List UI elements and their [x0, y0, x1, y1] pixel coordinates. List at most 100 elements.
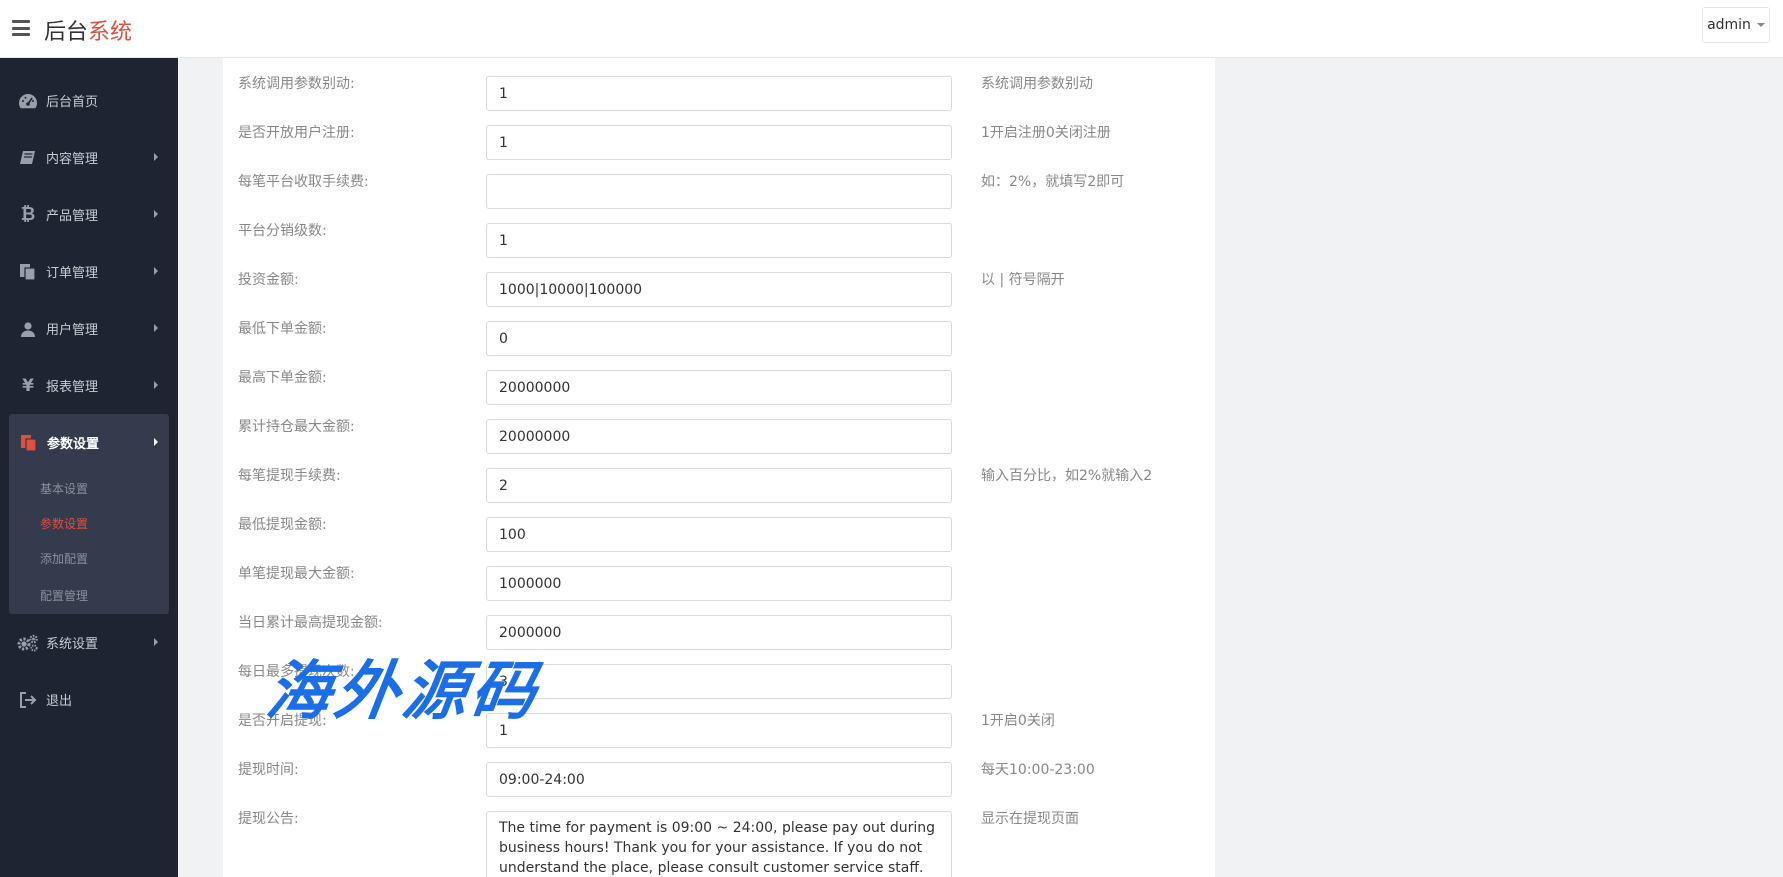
- form-row: 最高下单金额:: [223, 360, 1215, 409]
- gears-icon: [17, 633, 39, 653]
- field-label: 每日最多提现次数:: [238, 664, 355, 680]
- field-label: 单笔提现最大金额:: [238, 566, 355, 582]
- investment-amount-input[interactable]: [486, 272, 952, 307]
- sidebar-item-orders[interactable]: 订单管理: [0, 243, 178, 300]
- field-label: 每笔提现手续费:: [238, 468, 341, 484]
- chevron-right-icon: [154, 323, 158, 332]
- sidebar-item-label: 后台首页: [46, 95, 99, 110]
- daily-withdraw-count-input[interactable]: [486, 664, 952, 699]
- form-row: 投资金额: 以 | 符号隔开: [223, 262, 1215, 311]
- withdraw-fee-input[interactable]: [486, 468, 952, 503]
- chevron-right-icon: [154, 209, 158, 218]
- brand-accent: 系统: [88, 20, 133, 45]
- daily-max-withdraw-input[interactable]: [486, 615, 952, 650]
- field-hint: 1开启0关闭: [981, 713, 1055, 729]
- sidebar-item-label: 参数设置: [47, 437, 100, 452]
- form-row: 单笔提现最大金额:: [223, 556, 1215, 605]
- caret-down-icon: [1756, 23, 1765, 27]
- sidebar-item-params[interactable]: 参数设置: [9, 414, 169, 471]
- brand-main: 后台: [44, 20, 89, 45]
- field-hint: 系统调用参数别动: [981, 76, 1093, 92]
- field-hint: 显示在提现页面: [981, 811, 1079, 827]
- sidebar-item-logout[interactable]: 退出: [0, 671, 178, 728]
- field-label: 每笔平台收取手续费:: [238, 174, 369, 190]
- field-label: 当日累计最高提现金额:: [238, 615, 383, 631]
- field-label: 投资金额:: [238, 272, 299, 288]
- max-single-withdraw-input[interactable]: [486, 566, 952, 601]
- field-label: 平台分销级数:: [238, 223, 327, 239]
- sidebar-item-users[interactable]: 用户管理: [0, 300, 178, 357]
- form-row: 当日累计最高提现金额:: [223, 605, 1215, 654]
- form-row: 平台分销级数:: [223, 213, 1215, 262]
- sub-item-basic-settings[interactable]: 基本设置: [9, 471, 169, 506]
- field-label: 最低下单金额:: [238, 321, 327, 337]
- open-registration-input[interactable]: [486, 125, 952, 160]
- field-hint: 输入百分比，如2%就输入2: [981, 468, 1153, 484]
- form-row: 累计持仓最大金额:: [223, 409, 1215, 458]
- system-param-input[interactable]: [486, 76, 952, 111]
- field-hint: 如：2%，就填写2即可: [981, 174, 1125, 190]
- sidebar-item-content[interactable]: 内容管理: [0, 129, 178, 186]
- sidebar-item-system[interactable]: 系统设置: [0, 614, 178, 671]
- distribution-levels-input[interactable]: [486, 223, 952, 258]
- sub-item-param-settings[interactable]: 参数设置: [9, 506, 169, 541]
- sidebar-item-reports[interactable]: ¥ 报表管理: [0, 357, 178, 414]
- form-row: 系统调用参数别动: 系统调用参数别动: [223, 66, 1215, 115]
- user-menu-dropdown[interactable]: admin: [1702, 7, 1770, 43]
- chevron-right-icon: [154, 437, 158, 446]
- form-row: 是否开放用户注册: 1开启注册0关闭注册: [223, 115, 1215, 164]
- chevron-right-icon: [154, 380, 158, 389]
- min-withdraw-input[interactable]: [486, 517, 952, 552]
- form-row: 每笔平台收取手续费: 如：2%，就填写2即可: [223, 164, 1215, 213]
- copy-icon: [18, 433, 40, 453]
- sidebar-item-label: 系统设置: [46, 637, 99, 652]
- sidebar: 后台首页 内容管理 ₿ 产品管理 订单管理 用户管理 ¥ 报表管理 参数设置 基…: [0, 58, 178, 877]
- form-row: 提现公告: The time for payment is 09:00 ~ 24…: [223, 801, 1215, 877]
- field-hint: 以 | 符号隔开: [981, 272, 1065, 288]
- field-label: 系统调用参数别动:: [238, 76, 355, 92]
- enable-withdraw-input[interactable]: [486, 713, 952, 748]
- form-row: 最低提现金额:: [223, 507, 1215, 556]
- sign-out-icon: [17, 690, 39, 710]
- field-hint: 每天10:00-23:00: [981, 762, 1095, 778]
- form-row: 是否开启提现: 1开启0关闭: [223, 703, 1215, 752]
- withdraw-time-input[interactable]: [486, 762, 952, 797]
- form-row: 最低下单金额:: [223, 311, 1215, 360]
- sub-item-config-manage[interactable]: 配置管理: [9, 576, 169, 614]
- user-name: admin: [1707, 17, 1751, 33]
- sidebar-group-params: 参数设置 基本设置 参数设置 添加配置 配置管理: [9, 414, 169, 614]
- user-icon: [17, 319, 39, 339]
- field-label: 累计持仓最大金额:: [238, 419, 355, 435]
- book-icon: [17, 148, 39, 168]
- sidebar-item-dashboard[interactable]: 后台首页: [0, 72, 178, 129]
- chevron-right-icon: [154, 266, 158, 275]
- sidebar-item-label: 产品管理: [46, 209, 99, 224]
- form-row: 每笔提现手续费: 输入百分比，如2%就输入2: [223, 458, 1215, 507]
- field-hint: 1开启注册0关闭注册: [981, 125, 1111, 141]
- form-row: 每日最多提现次数:: [223, 654, 1215, 703]
- dashboard-icon: [17, 91, 39, 111]
- field-label: 最高下单金额:: [238, 370, 327, 386]
- yen-icon: ¥: [22, 375, 34, 396]
- sidebar-item-products[interactable]: ₿ 产品管理: [0, 186, 178, 243]
- max-order-input[interactable]: [486, 370, 952, 405]
- sidebar-item-label: 退出: [46, 694, 73, 709]
- bitcoin-icon: ₿: [20, 204, 36, 225]
- platform-fee-input[interactable]: [486, 174, 952, 209]
- settings-form-panel: 系统调用参数别动: 系统调用参数别动 是否开放用户注册: 1开启注册0关闭注册 …: [223, 58, 1215, 877]
- chevron-right-icon: [154, 152, 158, 161]
- form-row: 提现时间: 每天10:00-23:00: [223, 752, 1215, 801]
- max-position-input[interactable]: [486, 419, 952, 454]
- sidebar-item-label: 内容管理: [46, 152, 99, 167]
- field-label: 是否开放用户注册:: [238, 125, 355, 141]
- sub-item-add-config[interactable]: 添加配置: [9, 541, 169, 576]
- copy-icon: [17, 262, 39, 282]
- menu-toggle-icon[interactable]: [12, 20, 30, 36]
- field-label: 提现时间:: [238, 762, 299, 778]
- chevron-right-icon: [154, 637, 158, 646]
- min-order-input[interactable]: [486, 321, 952, 356]
- sidebar-item-label: 订单管理: [46, 266, 99, 281]
- field-label: 最低提现金额:: [238, 517, 327, 533]
- withdraw-notice-textarea[interactable]: The time for payment is 09:00 ~ 24:00, p…: [486, 811, 952, 877]
- top-header: 后台系统 admin: [0, 0, 1783, 58]
